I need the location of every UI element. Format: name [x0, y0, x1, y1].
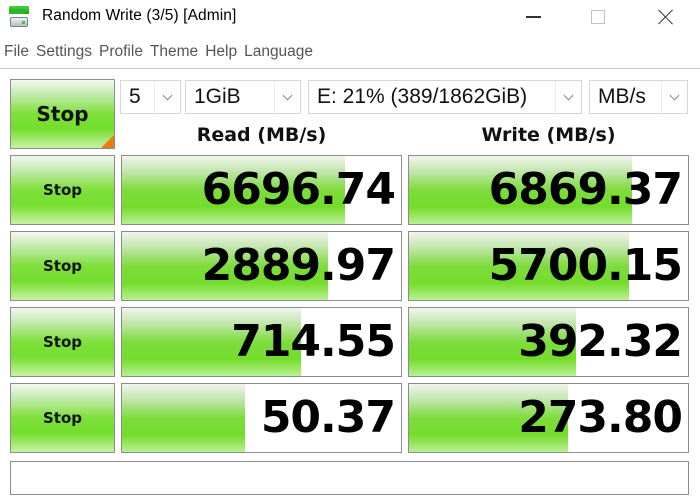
drive-select[interactable]: E: 21% (389/1862GiB)	[308, 80, 582, 114]
menu-settings[interactable]: Settings	[32, 40, 95, 66]
row-stop-button[interactable]: Stop	[10, 307, 115, 377]
menu-language[interactable]: Language	[240, 40, 316, 66]
row-stop-label: Stop	[42, 333, 83, 351]
title-bar: Random Write (3/5) [Admin]	[0, 0, 700, 36]
menu-theme[interactable]: Theme	[146, 40, 201, 66]
row-stop-label: Stop	[42, 257, 83, 275]
write-result-value: 6869.37	[488, 164, 683, 215]
menu-bar: File Settings Profile Theme Help Languag…	[0, 40, 316, 66]
read-result-cell: 50.37	[121, 383, 402, 453]
read-result-cell: 6696.74	[121, 155, 402, 225]
corner-indicator-icon	[101, 135, 114, 148]
test-count-select[interactable]: 5	[120, 80, 181, 114]
write-result-cell: 6869.37	[408, 155, 689, 225]
row-stop-button[interactable]: Stop	[10, 231, 115, 301]
disk-mark-app-icon	[9, 6, 29, 28]
close-button[interactable]	[643, 0, 689, 34]
read-result-cell: 2889.97	[121, 231, 402, 301]
row-stop-button[interactable]: Stop	[10, 155, 115, 225]
menu-file[interactable]: File	[0, 40, 32, 66]
comment-input[interactable]	[10, 461, 689, 495]
menu-help[interactable]: Help	[201, 40, 240, 66]
maximize-button[interactable]	[575, 0, 621, 34]
row-stop-label: Stop	[42, 409, 83, 427]
chevron-down-icon	[555, 81, 581, 113]
unit-select[interactable]: MB/s	[589, 80, 688, 114]
row-stop-button[interactable]: Stop	[10, 383, 115, 453]
chevron-down-icon	[274, 81, 300, 113]
read-result-cell: 714.55	[121, 307, 402, 377]
test-count-value: 5	[129, 85, 141, 108]
close-icon	[658, 9, 674, 25]
read-result-value: 6696.74	[201, 164, 396, 215]
read-column-header: Read (MB/s)	[196, 124, 327, 146]
row-stop-label: Stop	[42, 181, 83, 199]
window-title: Random Write (3/5) [Admin]	[42, 7, 237, 24]
write-result-value: 5700.15	[488, 240, 683, 291]
test-size-value: 1GiB	[194, 85, 241, 108]
menu-divider	[0, 68, 700, 69]
chevron-down-icon	[154, 81, 180, 113]
write-result-value: 273.80	[518, 392, 683, 443]
minimize-icon	[525, 16, 541, 18]
write-column-header: Write (MB/s)	[481, 124, 616, 146]
write-result-cell: 273.80	[408, 383, 689, 453]
read-result-value: 50.37	[260, 392, 396, 443]
test-size-select[interactable]: 1GiB	[185, 80, 301, 114]
read-progress-bar	[122, 384, 245, 452]
write-result-cell: 5700.15	[408, 231, 689, 301]
menu-profile[interactable]: Profile	[95, 40, 146, 66]
read-result-value: 714.55	[231, 316, 396, 367]
drive-value: E: 21% (389/1862GiB)	[317, 85, 528, 108]
maximize-icon	[591, 10, 605, 24]
stop-all-button[interactable]: Stop	[10, 79, 115, 149]
stop-all-label: Stop	[36, 102, 89, 126]
write-result-cell: 392.32	[408, 307, 689, 377]
write-result-value: 392.32	[518, 316, 683, 367]
minimize-button[interactable]	[510, 0, 556, 34]
read-result-value: 2889.97	[201, 240, 396, 291]
unit-value: MB/s	[598, 85, 646, 108]
chevron-down-icon	[661, 81, 687, 113]
